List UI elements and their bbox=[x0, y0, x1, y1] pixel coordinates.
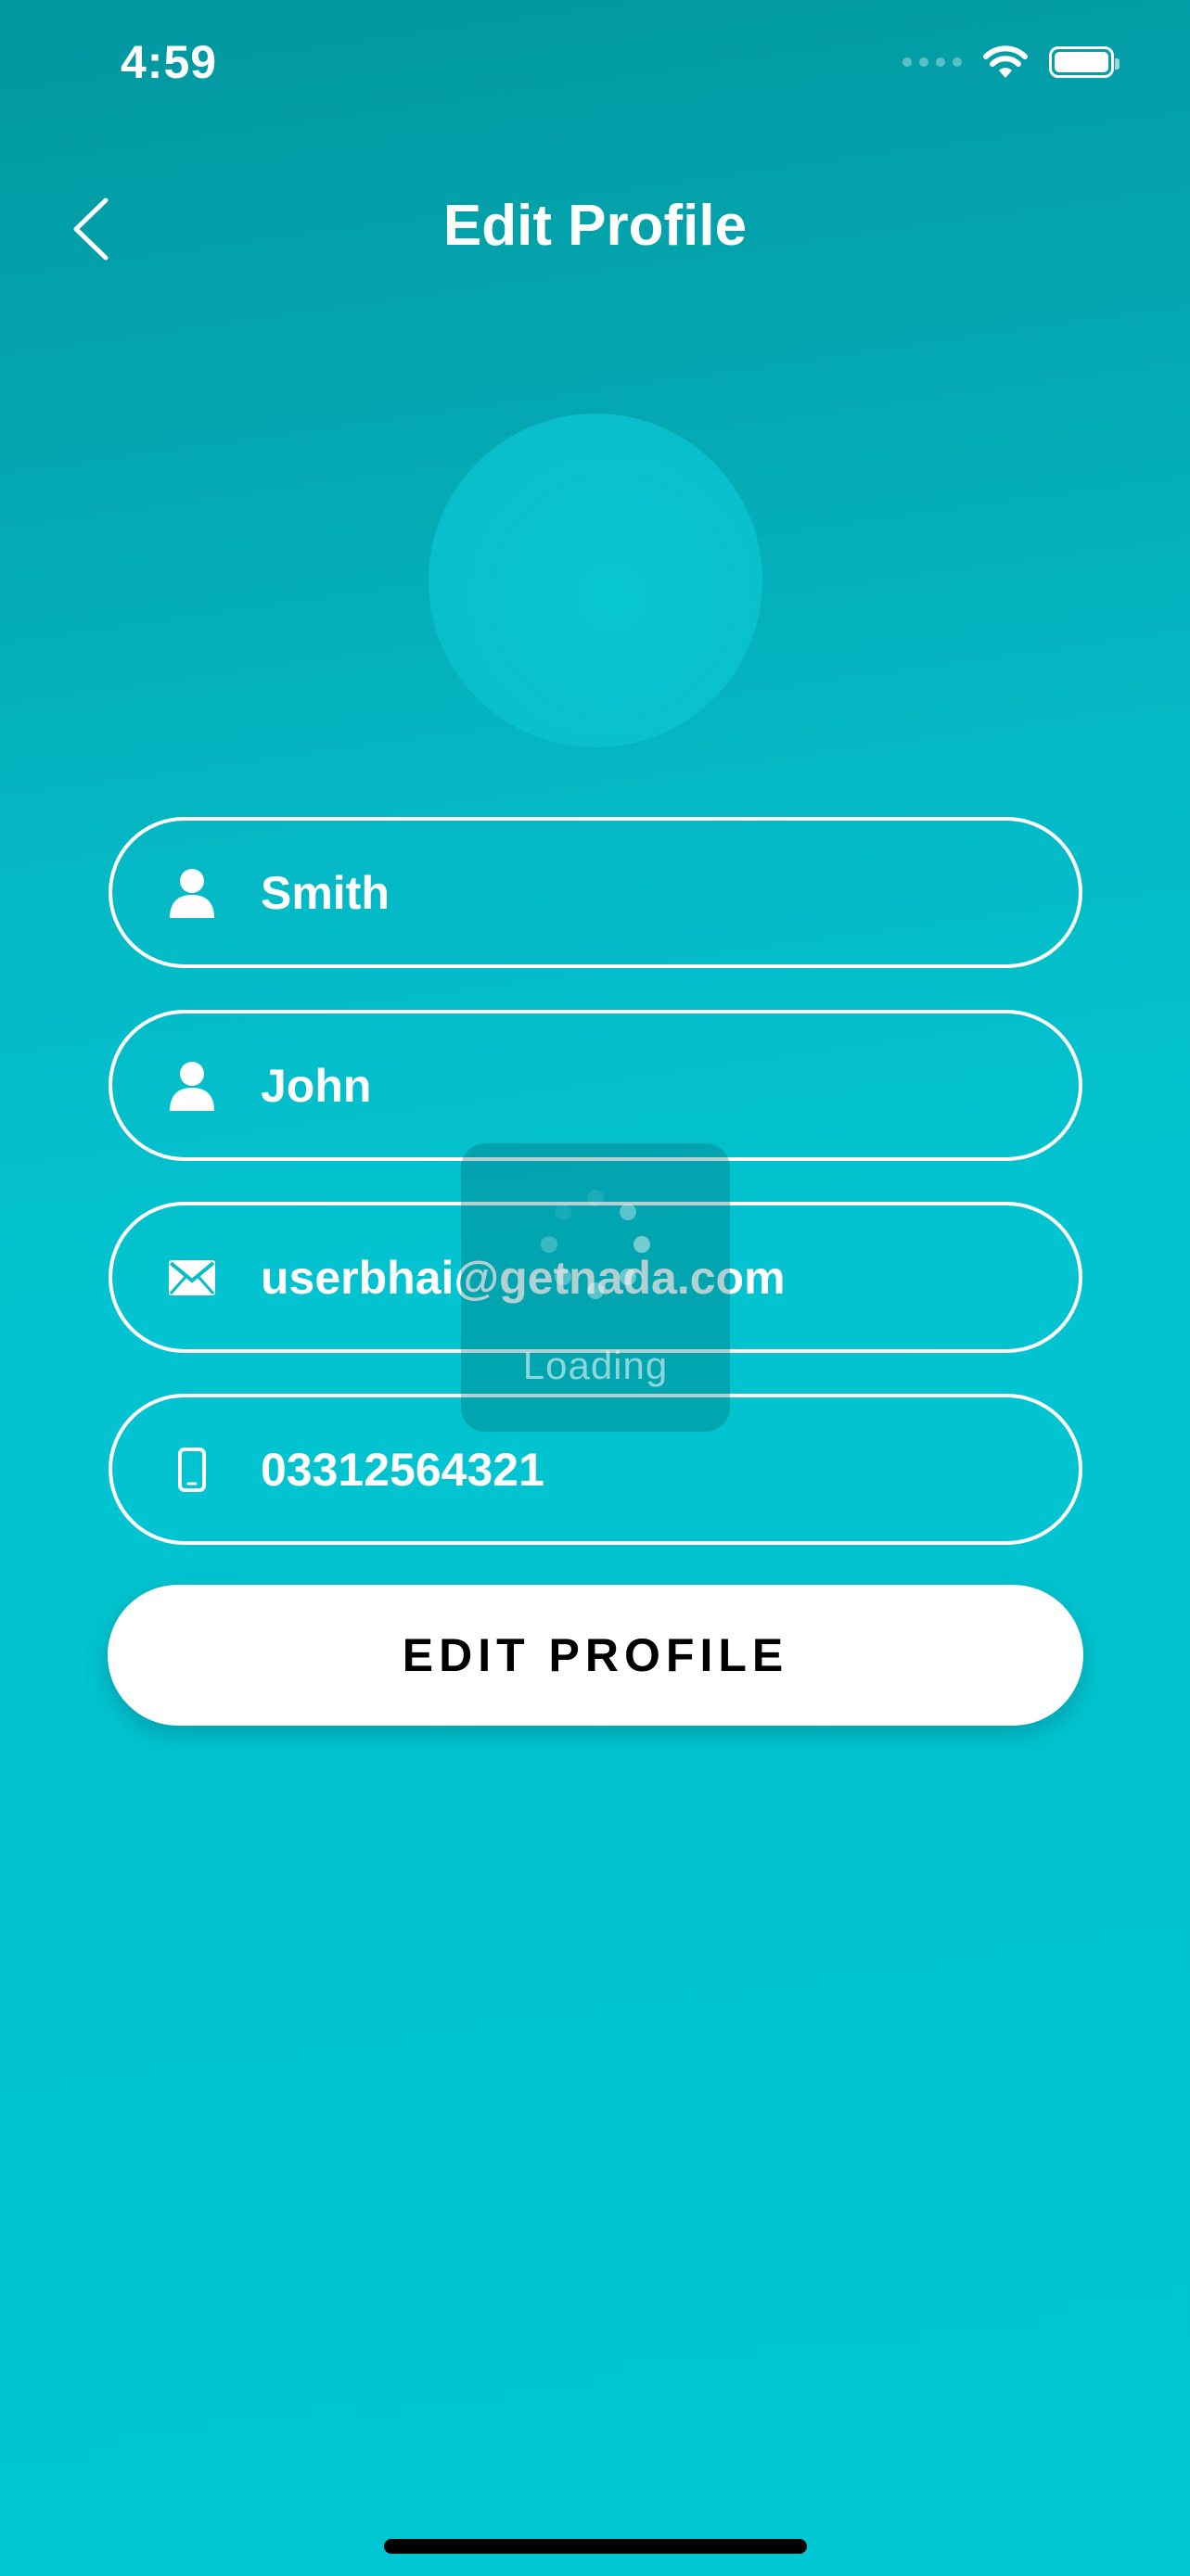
page-title: Edit Profile bbox=[442, 194, 748, 258]
profile-photo[interactable] bbox=[429, 414, 762, 747]
last-name-field[interactable]: Smith bbox=[109, 817, 1082, 968]
person-icon bbox=[166, 867, 218, 919]
edit-profile-button[interactable]: EDIT PROFILE bbox=[108, 1585, 1083, 1726]
cellular-signal-icon bbox=[902, 57, 962, 67]
battery-icon bbox=[1049, 46, 1120, 78]
first-name-value: John bbox=[261, 1059, 372, 1112]
mobile-phone-icon bbox=[166, 1444, 218, 1496]
loading-overlay: Loading bbox=[461, 1143, 730, 1432]
edit-profile-screen: 4:59 Edit Profile Smith John userbhai@ge… bbox=[0, 0, 1190, 2576]
first-name-field[interactable]: John bbox=[109, 1010, 1082, 1161]
status-time: 4:59 bbox=[121, 36, 218, 88]
home-indicator[interactable] bbox=[384, 2539, 807, 2554]
loading-label: Loading bbox=[522, 1344, 669, 1387]
person-icon bbox=[166, 1060, 218, 1112]
envelope-icon bbox=[166, 1252, 218, 1304]
last-name-value: Smith bbox=[261, 866, 390, 919]
phone-value: 03312564321 bbox=[261, 1443, 544, 1496]
wifi-icon bbox=[983, 45, 1028, 78]
edit-profile-button-label: EDIT PROFILE bbox=[402, 1629, 789, 1681]
spinner-icon bbox=[541, 1190, 650, 1299]
status-icons bbox=[902, 45, 1120, 80]
